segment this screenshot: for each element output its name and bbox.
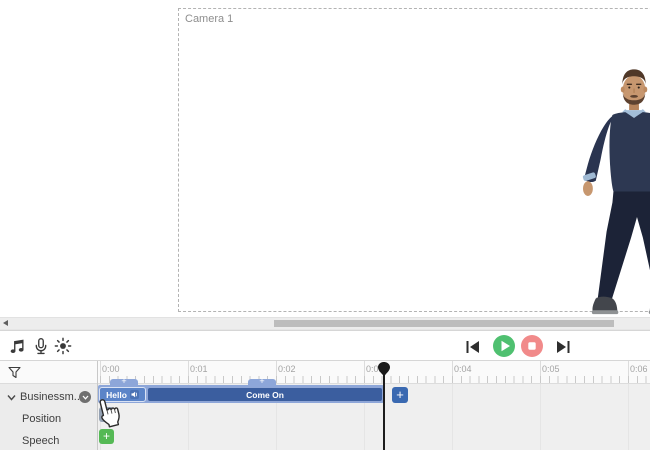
- character-right-eye: [638, 86, 640, 88]
- track-row-position[interactable]: Position: [0, 408, 97, 430]
- character-right-eyebrow: [636, 84, 641, 85]
- track-row-businessman[interactable]: Businessm...: [0, 386, 97, 408]
- track-filter-cell: [0, 361, 97, 384]
- music-icon: [9, 337, 27, 355]
- play-button[interactable]: [493, 335, 515, 357]
- timeline-toolbar: [0, 330, 650, 361]
- microphone-button[interactable]: [32, 337, 50, 355]
- camera-canvas[interactable]: Camera 1: [178, 8, 650, 312]
- filter-icon[interactable]: [8, 366, 21, 379]
- audio-speaker-icon: [130, 390, 139, 399]
- character-pants: [598, 192, 650, 301]
- plus-icon: +: [103, 408, 109, 420]
- clip-label: Hello: [106, 390, 127, 400]
- track-label: Businessm...: [20, 391, 79, 403]
- header-divider: [97, 361, 98, 450]
- ruler-label: 0:01: [190, 364, 208, 374]
- skip-to-end-icon: [556, 341, 570, 353]
- character-left-arm: [584, 116, 612, 182]
- add-clip-button[interactable]: +: [392, 387, 408, 403]
- animation-editor: Camera 1: [0, 0, 650, 450]
- music-button[interactable]: [9, 337, 27, 355]
- character-businessman[interactable]: [577, 63, 650, 323]
- playhead-handle[interactable]: [377, 361, 391, 377]
- clip-label: Come On: [246, 390, 284, 400]
- character-mustache: [630, 95, 638, 98]
- horizontal-scrollbar[interactable]: [0, 317, 650, 330]
- scroll-left-arrow-icon[interactable]: [3, 320, 8, 326]
- skip-to-start-icon: [466, 341, 480, 353]
- add-position-button[interactable]: +: [99, 407, 114, 422]
- plus-icon: +: [121, 376, 126, 386]
- plus-icon: +: [103, 429, 110, 443]
- add-speech-button[interactable]: +: [99, 429, 114, 444]
- skip-to-end-button[interactable]: [556, 340, 570, 352]
- ruler-label: 0:04: [454, 364, 472, 374]
- ruler-label: 0:00: [102, 364, 120, 374]
- timeline-panel: 0:00 0:01 0:02 0:03 0:04 0:05 0:06 Busin…: [0, 361, 650, 450]
- character-right-ear: [643, 87, 647, 93]
- ruler-label: 0:05: [542, 364, 560, 374]
- scrollbar-thumb[interactable]: [274, 320, 614, 327]
- stop-icon: [521, 335, 543, 357]
- ruler-ticks: [98, 376, 650, 383]
- insert-clip-tab[interactable]: +: [248, 379, 276, 386]
- character-left-sole: [592, 310, 618, 314]
- ruler-label: 0:06: [630, 364, 648, 374]
- character-left-hand: [583, 181, 593, 196]
- play-icon: [493, 335, 515, 357]
- time-ruler[interactable]: 0:00 0:01 0:02 0:03 0:04 0:05 0:06: [98, 361, 650, 384]
- plus-icon: +: [396, 387, 404, 402]
- track-options-button[interactable]: [79, 391, 91, 403]
- clip-come-on[interactable]: Come On: [147, 387, 383, 402]
- stop-button[interactable]: [521, 335, 543, 357]
- character-left-shoe: [592, 297, 617, 313]
- chevron-down-icon[interactable]: [7, 394, 16, 401]
- clip-hello[interactable]: Hello: [99, 387, 146, 402]
- character-nose: [633, 89, 634, 93]
- microphone-icon: [32, 337, 50, 355]
- camera-label: Camera 1: [185, 13, 233, 25]
- brightness-icon: [54, 337, 72, 355]
- character-sweater: [609, 112, 650, 192]
- character-left-eyebrow: [627, 84, 632, 85]
- track-label: Speech: [22, 435, 59, 447]
- character-left-eye: [628, 86, 630, 88]
- insert-clip-tab[interactable]: +: [110, 379, 138, 386]
- ruler-label: 0:02: [278, 364, 296, 374]
- chevron-down-icon: [82, 395, 89, 400]
- skip-to-start-button[interactable]: [466, 340, 480, 352]
- track-label: Position: [22, 413, 61, 425]
- brightness-button[interactable]: [54, 337, 72, 355]
- plus-icon: +: [259, 376, 264, 386]
- stage-area: Camera 1: [0, 0, 650, 317]
- track-row-speech[interactable]: Speech: [0, 430, 97, 450]
